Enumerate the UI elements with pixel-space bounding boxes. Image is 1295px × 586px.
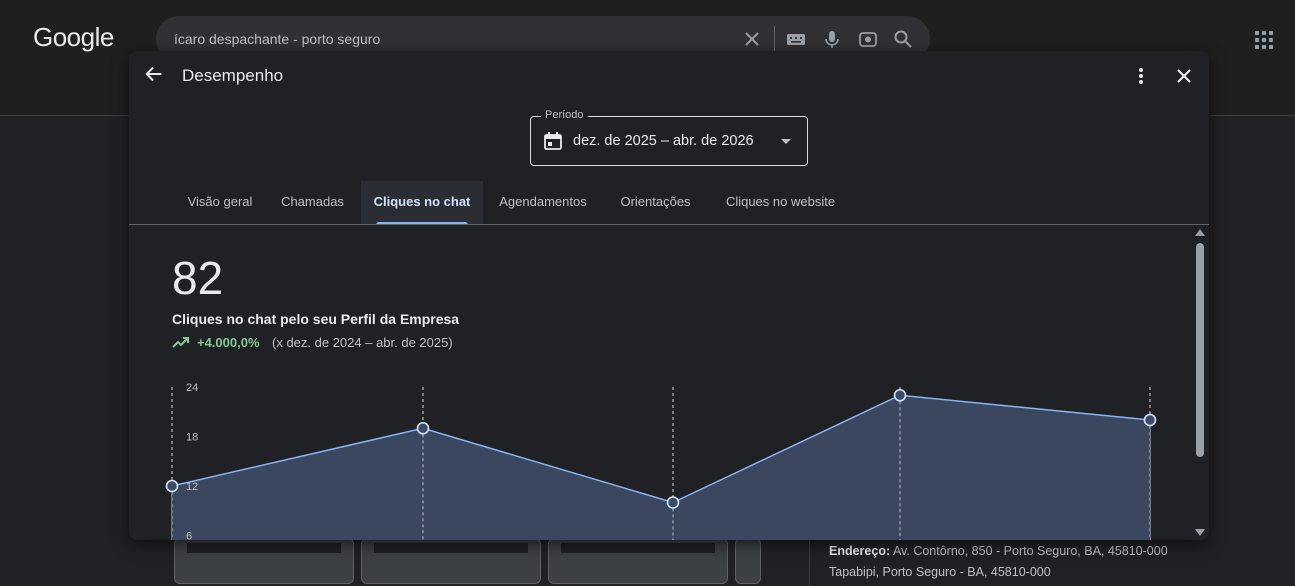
address-label: Endereço: <box>829 544 891 558</box>
microphone-icon[interactable] <box>822 29 842 49</box>
y-tick-label: 6 <box>186 531 192 541</box>
tab-chamadas[interactable]: Chamadas <box>268 181 357 225</box>
google-logo[interactable]: Google <box>33 22 114 53</box>
close-icon[interactable] <box>1172 64 1196 88</box>
thumbnail-image[interactable] <box>548 538 728 584</box>
scroll-up-arrow-icon[interactable] <box>1195 229 1205 236</box>
performance-dialog: Desempenho Período dez. de 2025 – abr. d… <box>129 51 1209 540</box>
metric-total: 82 <box>172 252 224 304</box>
tab-orientacoes[interactable]: Orientações <box>603 181 708 225</box>
period-label: Período <box>541 109 588 121</box>
tab-cliques-no-chat[interactable]: Cliques no chat <box>361 181 483 225</box>
thumbnail-image[interactable] <box>174 538 354 584</box>
camera-search-icon[interactable] <box>858 29 878 49</box>
tab-visao-geral[interactable]: Visão geral <box>172 181 268 225</box>
back-arrow-icon[interactable] <box>143 63 165 85</box>
trend-change: +4.000,0% <box>197 335 260 350</box>
thumbnail-image[interactable] <box>735 538 761 584</box>
tab-label: Cliques no chat <box>373 194 471 209</box>
search-icon[interactable] <box>893 29 913 49</box>
data-point <box>1143 413 1157 427</box>
data-point <box>416 421 430 435</box>
data-point <box>165 479 179 493</box>
data-point <box>666 496 680 509</box>
business-address: Endereço: Av. Contôrno, 850 - Porto Segu… <box>829 541 1169 583</box>
search-input[interactable]: ícaro despachante - porto seguro <box>174 31 380 47</box>
scrollbar-thumb[interactable] <box>1196 243 1204 457</box>
trending-up-icon <box>172 337 189 348</box>
y-tick-label: 12 <box>186 481 198 493</box>
clicks-area-chart: 24 18 12 6 <box>165 382 1157 541</box>
scroll-down-arrow-icon[interactable] <box>1195 529 1205 536</box>
tab-agendamentos[interactable]: Agendamentos <box>483 181 603 225</box>
keyboard-icon[interactable] <box>786 29 806 49</box>
more-vert-icon[interactable] <box>1129 64 1153 88</box>
data-point <box>893 388 907 402</box>
panel-divider <box>809 538 810 586</box>
clear-icon[interactable] <box>742 29 762 49</box>
y-tick-label: 18 <box>186 432 198 444</box>
period-value: dez. de 2025 – abr. de 2026 <box>573 133 754 149</box>
trend-comparison: (x dez. de 2024 – abr. de 2025) <box>272 335 453 350</box>
period-selector[interactable]: Período dez. de 2025 – abr. de 2026 <box>530 109 808 166</box>
y-tick-label: 24 <box>186 382 198 394</box>
thumbnail-image[interactable] <box>361 538 541 584</box>
apps-grid-icon[interactable] <box>1255 31 1273 49</box>
series-area <box>172 395 1150 540</box>
dropdown-caret-icon <box>781 139 791 144</box>
metric-content: 82 Cliques no chat pelo seu Perfil da Em… <box>129 225 1209 540</box>
calendar-icon <box>544 132 562 150</box>
tab-cliques-no-website[interactable]: Cliques no website <box>708 181 853 225</box>
search-divider <box>774 26 775 52</box>
metric-label: Cliques no chat pelo seu Perfil da Empre… <box>172 311 460 327</box>
dialog-title: Desempenho <box>182 66 284 85</box>
